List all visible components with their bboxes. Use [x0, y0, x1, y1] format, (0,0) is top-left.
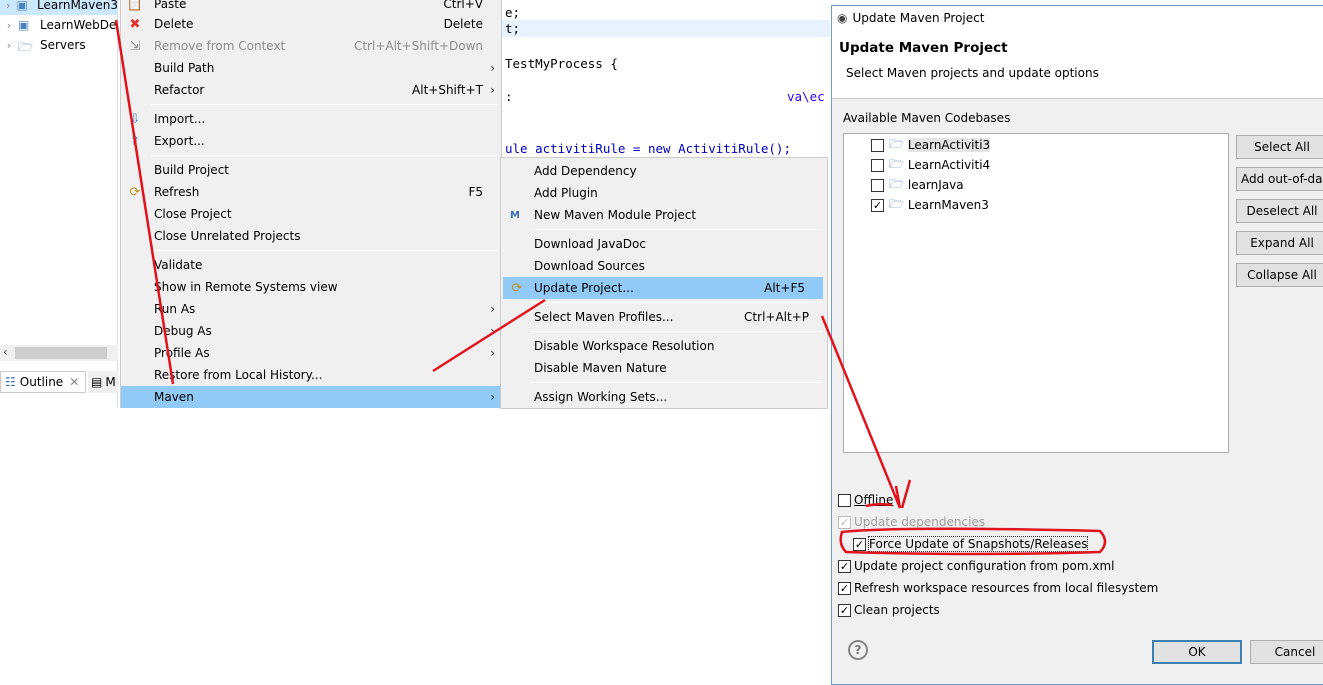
annotation-ellipse	[839, 527, 1107, 556]
annotation-arrowhead	[900, 479, 912, 509]
annotation-line	[820, 315, 902, 509]
annotation-line	[114, 19, 175, 385]
annotation-line	[432, 298, 546, 373]
red-annotation-overlay	[114, 19, 1107, 556]
annotation-underline	[865, 502, 893, 508]
